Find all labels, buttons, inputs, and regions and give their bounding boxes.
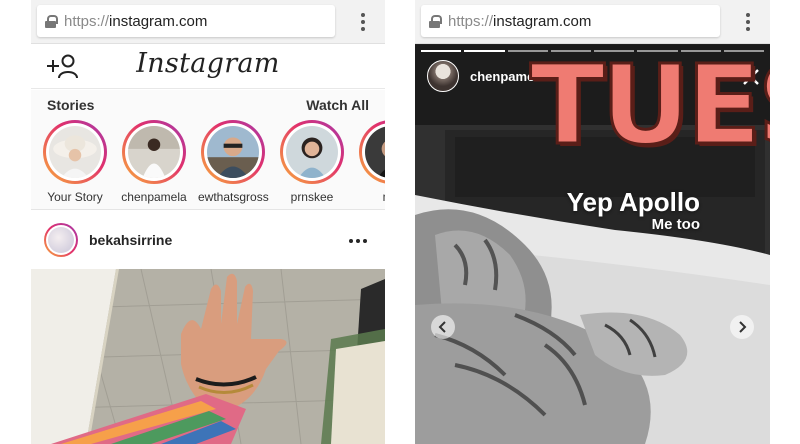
story-name: prnskee <box>290 190 334 204</box>
avatar <box>365 126 385 178</box>
story-item[interactable]: Your Story <box>40 120 110 204</box>
story-item[interactable]: mo <box>356 120 385 204</box>
lock-icon <box>45 14 58 28</box>
url-protocol: https:// <box>64 12 110 30</box>
watch-all-link[interactable]: Watch All <box>306 97 369 113</box>
story-viewer-screen: https://instagram.com chenpamela 12m TUE… <box>415 0 770 444</box>
screenshot-pair: https://instagram.com Instagram Stories … <box>0 0 800 444</box>
avatar[interactable] <box>427 60 459 92</box>
story-item[interactable]: ewthatsgross <box>198 120 269 204</box>
stories-tray: Your Story chenpamela ewthatsgross prnsk… <box>31 118 385 210</box>
story-sticker-text: TUES <box>529 41 770 169</box>
browser-toolbar: https://instagram.com <box>31 0 385 44</box>
address-bar[interactable]: https://instagram.com <box>421 5 720 37</box>
story-caption: Yep Apollo <box>566 187 700 217</box>
url-host: instagram.com <box>109 12 208 30</box>
post-username[interactable]: bekahsirrine <box>89 232 172 248</box>
story-name: Your Story <box>47 190 103 204</box>
avatar <box>49 126 101 178</box>
stories-header: Stories Watch All <box>31 90 385 118</box>
story-item[interactable]: chenpamela <box>119 120 189 204</box>
post-avatar[interactable] <box>44 223 78 257</box>
instagram-header: Instagram <box>31 44 385 89</box>
url-protocol: https:// <box>448 12 494 30</box>
post-photo[interactable] <box>31 269 385 444</box>
story-subcaption: Me too <box>651 216 700 233</box>
more-vert-icon[interactable] <box>361 13 365 31</box>
lock-icon <box>429 14 442 28</box>
story-item[interactable]: prnskee <box>277 120 347 204</box>
more-horiz-icon[interactable] <box>349 239 367 243</box>
story-name: ewthatsgross <box>198 190 269 204</box>
stories-title: Stories <box>47 97 95 113</box>
feed-screen: https://instagram.com Instagram Stories … <box>31 0 385 444</box>
more-vert-icon[interactable] <box>746 13 750 31</box>
avatar <box>286 126 338 178</box>
story-name: mo <box>356 190 385 204</box>
avatar <box>128 126 180 178</box>
chevron-right-icon[interactable] <box>730 315 754 339</box>
chevron-left-icon[interactable] <box>431 315 455 339</box>
story-name: chenpamela <box>121 190 187 204</box>
post-header: bekahsirrine <box>31 211 385 269</box>
avatar <box>207 126 259 178</box>
url-host: instagram.com <box>493 12 592 30</box>
browser-toolbar: https://instagram.com <box>415 0 770 44</box>
address-bar[interactable]: https://instagram.com <box>37 5 335 37</box>
instagram-logo[interactable]: Instagram <box>31 48 385 79</box>
